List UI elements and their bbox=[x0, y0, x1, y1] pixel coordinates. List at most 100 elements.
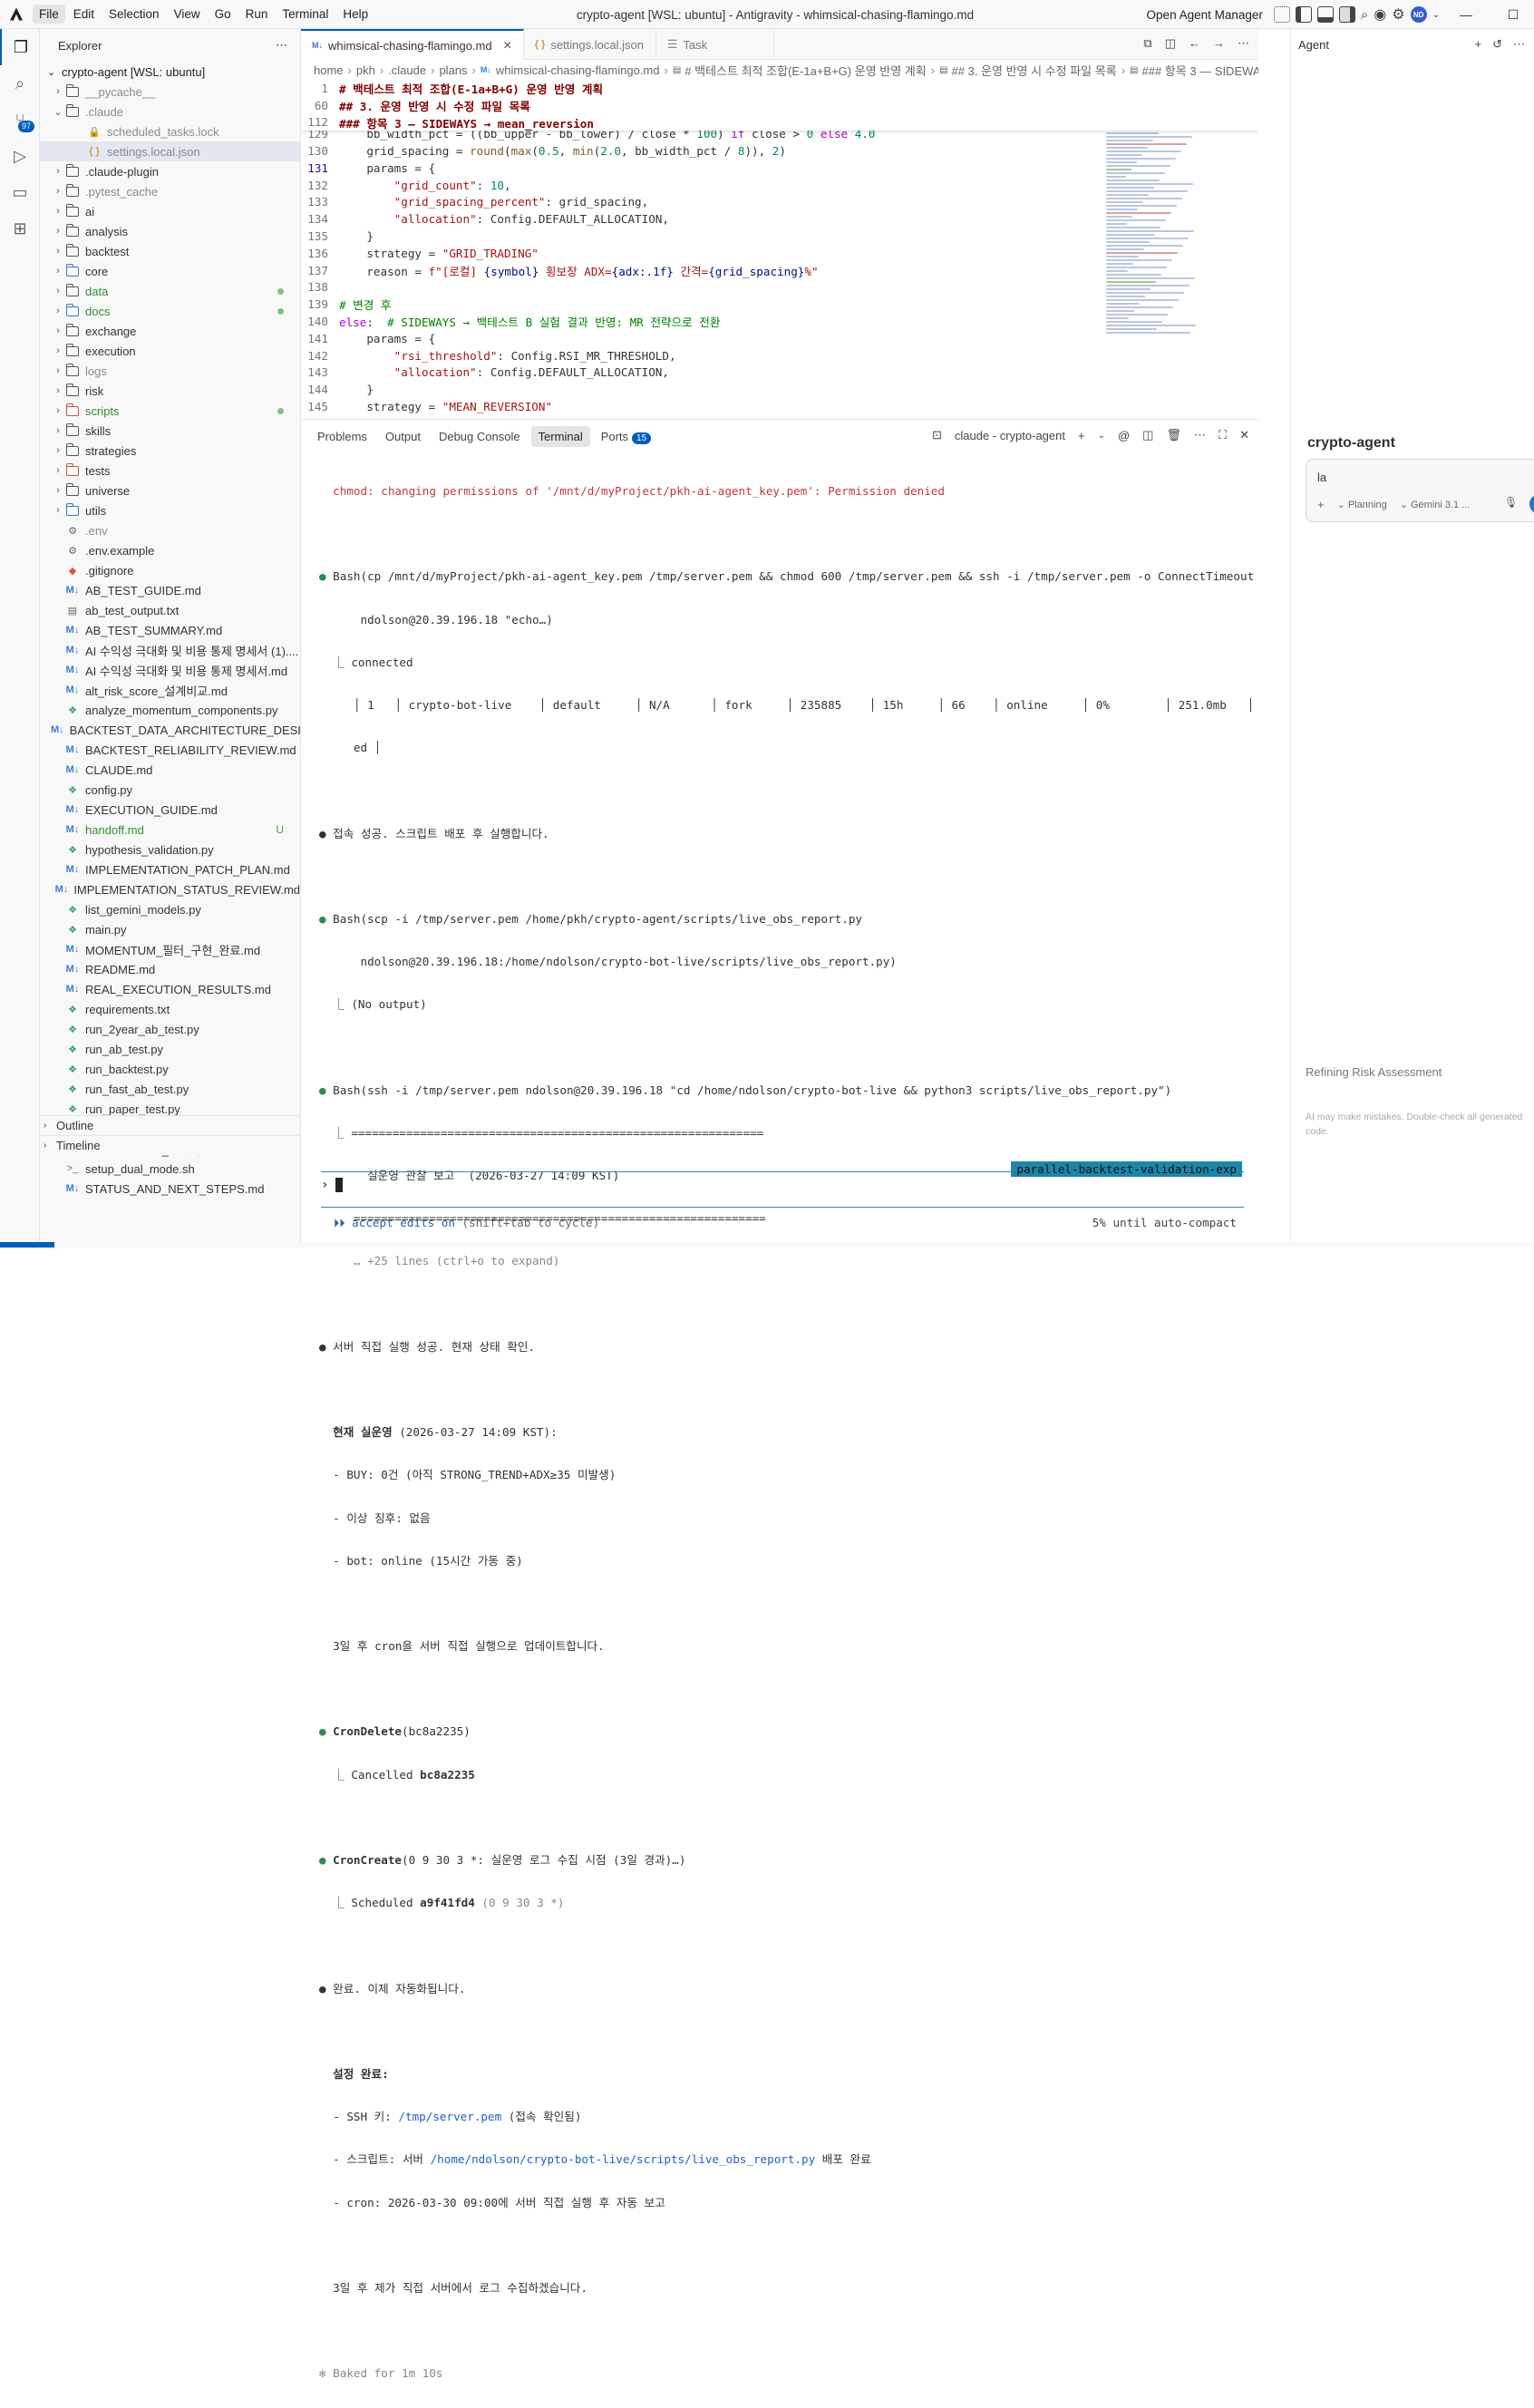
breadcrumb-item[interactable]: home bbox=[314, 63, 344, 77]
file-item[interactable]: ❖ run_2year_ab_test.py bbox=[40, 1019, 300, 1039]
mode-select[interactable]: ⌄ Planning bbox=[1337, 499, 1387, 510]
toggle-sidebar-icon[interactable] bbox=[1295, 6, 1312, 23]
file-item[interactable]: M↓ EXECUTION_GUIDE.md bbox=[40, 800, 300, 820]
folder-item[interactable]: › execution bbox=[40, 341, 300, 361]
breadcrumb-item[interactable]: .claude bbox=[388, 63, 426, 77]
folder-item[interactable]: › analysis bbox=[40, 221, 300, 241]
model-select[interactable]: ⌄ Gemini 3.1 ... bbox=[1400, 499, 1471, 510]
more-actions-icon[interactable]: ⋯ bbox=[1238, 36, 1249, 51]
file-item[interactable]: ◆ .gitignore bbox=[40, 560, 300, 580]
tab-ports[interactable]: Ports 15 bbox=[594, 426, 658, 447]
breadcrumb-item[interactable]: pkh bbox=[356, 63, 375, 77]
folder-item[interactable]: › tests bbox=[40, 461, 300, 481]
add-context-icon[interactable]: + bbox=[1317, 498, 1325, 511]
minimize-button[interactable]: — bbox=[1445, 0, 1487, 29]
close-icon[interactable]: ✕ bbox=[1239, 428, 1249, 442]
menu-selection[interactable]: Selection bbox=[102, 5, 166, 24]
folder-item[interactable]: › ai bbox=[40, 201, 300, 221]
split-editor-icon[interactable]: ◫ bbox=[1165, 36, 1176, 51]
folder-item[interactable]: › core bbox=[40, 261, 300, 281]
folder-item[interactable]: › risk bbox=[40, 381, 300, 401]
sticky-heading[interactable]: ## 3. 운영 반영 시 수정 파일 목록 bbox=[339, 97, 530, 114]
file-item[interactable]: ❖ config.py bbox=[40, 780, 300, 800]
file-item[interactable]: 🔒 scheduled_tasks.lock bbox=[40, 121, 300, 141]
folder-item[interactable]: › backtest bbox=[40, 241, 300, 261]
close-icon[interactable]: ✕ bbox=[503, 39, 512, 52]
chrome-icon[interactable]: ◉ bbox=[1374, 5, 1386, 24]
file-item[interactable]: ❖ requirements.txt bbox=[40, 999, 300, 1019]
file-item[interactable]: ⚙ .env.example bbox=[40, 540, 300, 560]
file-item[interactable]: M↓ BACKTEST_RELIABILITY_REVIEW.md bbox=[40, 740, 300, 760]
file-item[interactable]: M↓ CLAUDE.md bbox=[40, 760, 300, 780]
file-item[interactable]: { } settings.local.json bbox=[40, 141, 300, 161]
file-item[interactable]: M↓ AI 수익성 극대화 및 비용 통제 명세서 (1).... bbox=[40, 640, 300, 660]
file-item[interactable]: ▤ ab_test_output.txt bbox=[40, 600, 300, 620]
menu-view[interactable]: View bbox=[168, 5, 207, 24]
history-icon[interactable]: ↺ bbox=[1492, 37, 1502, 52]
open-agent-manager-button[interactable]: Open Agent Manager bbox=[1147, 8, 1263, 22]
chevron-down-icon[interactable]: ⌄ bbox=[1432, 10, 1440, 20]
folder-item[interactable]: › .claude-plugin bbox=[40, 161, 300, 181]
breadcrumb-item[interactable]: plans bbox=[439, 63, 467, 77]
trash-icon[interactable]: 🗑 bbox=[1166, 428, 1181, 442]
breadcrumb-item[interactable]: whimsical-chasing-flamingo.md bbox=[496, 63, 660, 77]
menu-file[interactable]: File bbox=[33, 5, 65, 24]
breadcrumb-item[interactable]: # 백테스트 최적 조합(E-1a+B+G) 운영 반영 계획 bbox=[684, 62, 926, 79]
chevron-down-icon[interactable]: ⌄ bbox=[1098, 431, 1105, 441]
sticky-heading[interactable]: # 백테스트 최적 조합(E-1a+B+G) 운영 반영 계획 bbox=[339, 80, 603, 97]
file-item[interactable]: ❖ run_backtest.py bbox=[40, 1059, 300, 1079]
go-back-icon[interactable]: ← bbox=[1189, 36, 1200, 51]
search-icon[interactable]: ⌕ bbox=[1361, 7, 1368, 23]
file-item[interactable]: ❖ main.py bbox=[40, 919, 300, 939]
file-item[interactable]: ❖ analyze_momentum_components.py bbox=[40, 700, 300, 720]
file-item[interactable]: ❖ list_gemini_models.py bbox=[40, 899, 300, 919]
folder-item[interactable]: › strategies bbox=[40, 441, 300, 461]
folder-item[interactable]: › __pycache__ bbox=[40, 82, 300, 102]
maximize-button[interactable]: ☐ bbox=[1492, 0, 1534, 29]
menu-run[interactable]: Run bbox=[239, 5, 275, 24]
sticky-heading[interactable]: ### 항목 3 — SIDEWAYS → mean_reversion bbox=[339, 114, 594, 131]
timeline-section[interactable]: › Timeline bbox=[40, 1135, 300, 1155]
source-control-icon[interactable]: ⑂ 97 bbox=[0, 102, 40, 138]
file-item[interactable]: M↓ AB_TEST_SUMMARY.md bbox=[40, 620, 300, 640]
file-item[interactable]: M↓ handoff.md U bbox=[40, 820, 300, 840]
layout-customize-icon[interactable] bbox=[1273, 6, 1290, 23]
run-debug-icon[interactable]: ▷ bbox=[0, 138, 40, 174]
extensions-icon[interactable]: ⊞ bbox=[0, 210, 40, 247]
folder-item[interactable]: › skills bbox=[40, 421, 300, 441]
file-item[interactable]: M↓ BACKTEST_DATA_ARCHITECTURE_DESI... bbox=[40, 720, 300, 740]
folder-item[interactable]: › utils bbox=[40, 500, 300, 520]
folder-item[interactable]: › universe bbox=[40, 481, 300, 500]
split-terminal-icon[interactable]: ◫ bbox=[1142, 428, 1153, 442]
toggle-secondary-sidebar-icon[interactable] bbox=[1338, 6, 1355, 23]
send-button[interactable]: ➜ bbox=[1529, 494, 1534, 514]
search-view-icon[interactable]: ⌕ bbox=[0, 65, 40, 102]
more-actions-icon[interactable]: ⋯ bbox=[1513, 37, 1525, 52]
tab-settings-local-json[interactable]: { } settings.local.json bbox=[524, 29, 656, 60]
toggle-panel-icon[interactable] bbox=[1316, 6, 1334, 23]
menu-go[interactable]: Go bbox=[209, 5, 238, 24]
more-actions-icon[interactable]: ⋯ bbox=[1194, 428, 1206, 442]
tab-task[interactable]: ☰ Task bbox=[656, 29, 774, 60]
folder-item[interactable]: › scripts bbox=[40, 401, 300, 421]
workspace-root[interactable]: ⌄ crypto-agent [WSL: ubuntu] bbox=[40, 62, 300, 82]
file-item[interactable]: M↓ IMPLEMENTATION_STATUS_REVIEW.md bbox=[40, 879, 300, 899]
file-item[interactable]: M↓ AI 수익성 극대화 및 비용 통제 명세서.md bbox=[40, 660, 300, 680]
new-terminal-icon[interactable]: + bbox=[1078, 429, 1085, 442]
folder-item[interactable]: › exchange bbox=[40, 321, 300, 341]
file-item[interactable]: M↓ STATUS_AND_NEXT_STEPS.md bbox=[40, 1179, 300, 1199]
menu-help[interactable]: Help bbox=[336, 5, 374, 24]
file-item[interactable]: M↓ README.md bbox=[40, 959, 300, 979]
file-item[interactable]: ⚙ .env bbox=[40, 520, 300, 540]
tab-whimsical-chasing-flamingo[interactable]: M↓ whimsical-chasing-flamingo.md ✕ bbox=[301, 29, 524, 60]
file-item[interactable]: M↓ IMPLEMENTATION_PATCH_PLAN.md bbox=[40, 859, 300, 879]
file-item[interactable]: M↓ REAL_EXECUTION_RESULTS.md bbox=[40, 979, 300, 999]
file-item[interactable]: M↓ AB_TEST_GUIDE.md bbox=[40, 580, 300, 600]
terminal-prompt-input[interactable]: › bbox=[321, 1178, 344, 1192]
mention-icon[interactable]: @ bbox=[1118, 429, 1130, 442]
settings-gear-icon[interactable]: ⚙ bbox=[1392, 5, 1404, 24]
account-avatar[interactable]: ND bbox=[1410, 6, 1427, 23]
tab-debug-console[interactable]: Debug Console bbox=[432, 426, 528, 447]
open-preview-icon[interactable]: ⧉ bbox=[1143, 36, 1151, 51]
remote-explorer-icon[interactable]: ▭ bbox=[0, 174, 40, 210]
